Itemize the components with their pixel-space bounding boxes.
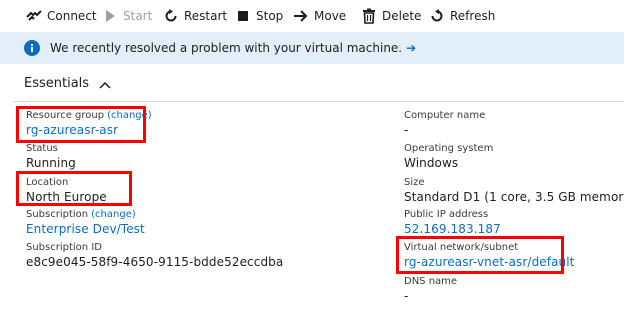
refresh-icon xyxy=(429,8,445,24)
os-value: Windows xyxy=(404,156,459,170)
delete-label: Delete xyxy=(382,9,422,23)
computer-name-label: Computer name xyxy=(404,110,486,121)
connect-plug-icon xyxy=(26,8,42,24)
restart-icon xyxy=(163,8,179,24)
vnet-highlight xyxy=(396,236,564,274)
status-value: Running xyxy=(26,156,76,170)
play-icon xyxy=(102,8,118,24)
start-label: Start xyxy=(123,9,153,23)
computer-name-value: - xyxy=(404,123,409,137)
arrow-right-icon xyxy=(293,8,309,24)
info-icon xyxy=(24,40,40,56)
start-button[interactable]: Start xyxy=(102,7,152,25)
chevron-up-icon xyxy=(99,79,111,89)
connect-label: Connect xyxy=(47,9,97,23)
os-field: Operating system Windows xyxy=(404,143,493,171)
size-label: Size xyxy=(404,177,425,188)
stop-icon xyxy=(235,8,251,24)
subscription-id-field: Subscription ID e8c9e045-58f9-4650-9115-… xyxy=(26,242,283,270)
subscription-label: Subscription xyxy=(26,209,89,220)
refresh-label: Refresh xyxy=(450,9,496,23)
refresh-button[interactable]: Refresh xyxy=(429,7,495,25)
move-button[interactable]: Move xyxy=(293,7,346,25)
trash-icon xyxy=(361,8,377,24)
os-label: Operating system xyxy=(404,143,494,154)
subscription-value[interactable]: Enterprise Dev/Test xyxy=(26,222,145,237)
status-label: Status xyxy=(26,143,58,154)
dns-value: - xyxy=(404,289,409,303)
banner-message: We recently resolved a problem with your… xyxy=(50,41,416,55)
stop-button[interactable]: Stop xyxy=(235,7,283,25)
status-field: Status Running xyxy=(26,143,76,171)
stop-label: Stop xyxy=(256,9,284,23)
size-value: Standard D1 (1 core, 3.5 GB memory) xyxy=(404,190,624,204)
subscription-change-link[interactable]: (change) xyxy=(91,209,136,220)
location-highlight xyxy=(16,171,132,206)
size-field: Size Standard D1 (1 core, 3.5 GB memory) xyxy=(404,177,624,205)
info-banner[interactable]: We recently resolved a problem with your… xyxy=(0,32,624,64)
resource-group-highlight xyxy=(16,106,146,143)
move-label: Move xyxy=(314,9,347,23)
banner-arrow-icon[interactable]: ➔ xyxy=(406,41,416,55)
dns-field: DNS name - xyxy=(404,276,457,304)
subscription-field: Subscription (change) Enterprise Dev/Test xyxy=(26,209,145,237)
essentials-toggle[interactable]: Essentials xyxy=(24,76,111,91)
subscription-id-label: Subscription ID xyxy=(26,242,102,253)
restart-label: Restart xyxy=(184,9,228,23)
banner-message-text: We recently resolved a problem with your… xyxy=(50,41,403,55)
public-ip-value[interactable]: 52.169.183.187 xyxy=(404,222,501,237)
dns-label: DNS name xyxy=(404,276,458,287)
divider xyxy=(14,101,624,102)
computer-name-field: Computer name - xyxy=(404,110,485,138)
connect-button[interactable]: Connect xyxy=(26,7,97,25)
subscription-id-value: e8c9e045-58f9-4650-9115-bdde52eccdba xyxy=(26,255,284,269)
command-toolbar: Connect Start Restart Stop Move Delete R… xyxy=(0,0,624,30)
essentials-title: Essentials xyxy=(24,76,90,91)
restart-button[interactable]: Restart xyxy=(163,7,227,25)
public-ip-label: Public IP address xyxy=(404,209,489,220)
public-ip-field: Public IP address 52.169.183.187 xyxy=(404,209,501,237)
delete-button[interactable]: Delete xyxy=(361,7,421,25)
